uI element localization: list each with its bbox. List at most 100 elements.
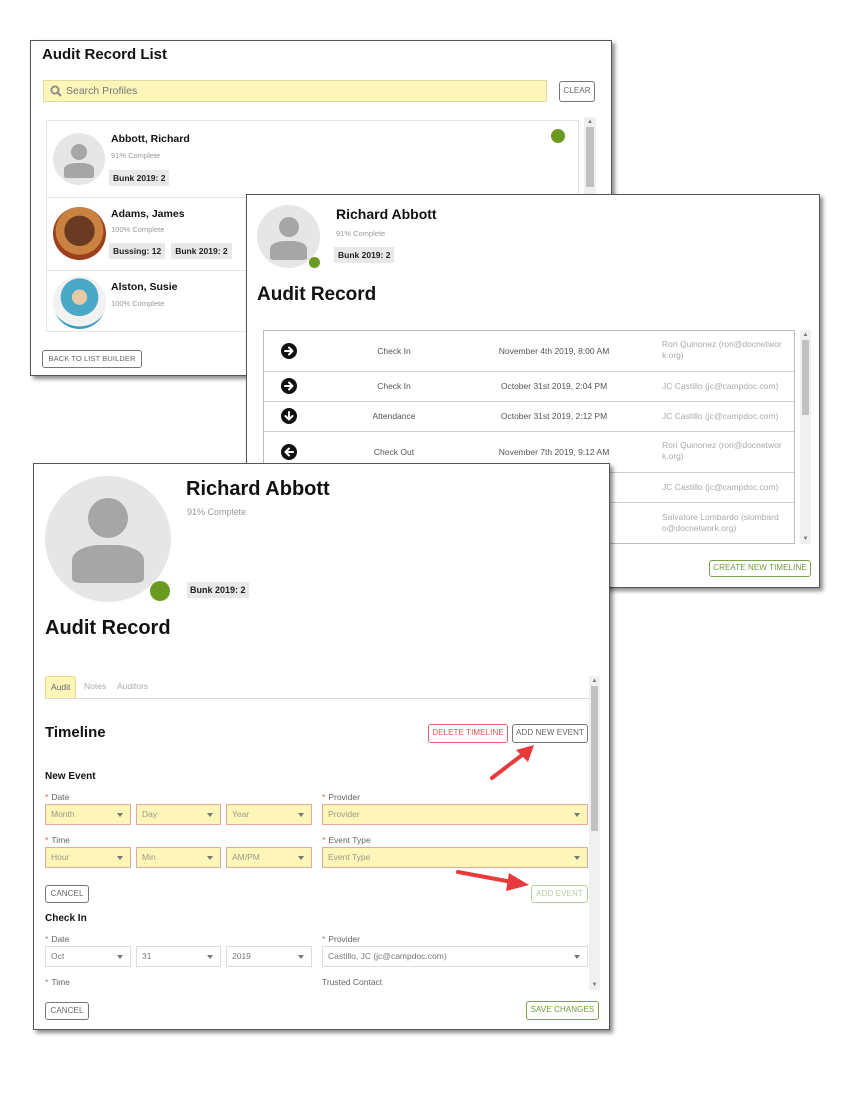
scroll-down-icon[interactable]: ▼ — [589, 980, 600, 990]
form-scrollbar[interactable]: ▲ ▼ — [589, 676, 600, 990]
new-event-heading: New Event — [45, 771, 96, 782]
audit-record-heading: Audit Record — [45, 617, 171, 639]
date-label: * Date — [45, 792, 70, 802]
chevron-down-icon — [298, 955, 304, 959]
profile-row[interactable]: Abbott, Richard 91% Complete Bunk 2019: … — [47, 121, 578, 198]
event-type: Attendance — [372, 411, 416, 421]
tab-bar: Audit Notes Auditors — [45, 676, 589, 699]
bunk-tag: Bunk 2019: 2 — [187, 582, 249, 598]
annotation-arrow-icon — [490, 745, 534, 780]
bussing-tag: Bussing: 12 — [109, 243, 166, 259]
arrow-left-circle-icon — [281, 444, 297, 460]
event-user: Salvatore Lombardo (slombard o@docnetwor… — [662, 512, 779, 533]
event-type-label: * Event Type — [322, 835, 371, 845]
chevron-down-icon — [207, 813, 213, 817]
event-datetime: November 4th 2019, 8:00 AM — [498, 346, 610, 356]
chevron-down-icon — [207, 856, 213, 860]
ampm-select[interactable]: AM/PM — [226, 847, 312, 868]
check-in-provider-label: * Provider — [322, 934, 360, 944]
timeline-heading: Timeline — [45, 724, 106, 741]
profile-name: Alston, Susie — [111, 281, 178, 293]
events-scrollbar[interactable]: ▲ ▼ — [800, 330, 811, 544]
chevron-down-icon — [574, 955, 580, 959]
scroll-up-icon[interactable]: ▲ — [589, 676, 600, 686]
check-in-provider-select[interactable]: Castillo, JC (jc@campdoc.com) — [322, 946, 588, 967]
provider-label: * Provider — [322, 792, 360, 802]
event-type: Check In — [377, 346, 411, 356]
status-indicator — [309, 257, 320, 268]
event-type: Check Out — [373, 447, 415, 457]
delete-timeline-button[interactable]: DELETE TIMELINE — [428, 724, 508, 743]
event-datetime: October 31st 2019, 2:04 PM — [500, 381, 608, 391]
event-datetime: October 31st 2019, 2:12 PM — [500, 411, 608, 421]
arrow-right-circle-icon — [281, 378, 297, 394]
minute-select[interactable]: Min — [136, 847, 221, 868]
search-input[interactable] — [66, 81, 536, 101]
scroll-up-icon[interactable]: ▲ — [800, 330, 811, 340]
chevron-down-icon — [298, 856, 304, 860]
status-indicator — [551, 129, 565, 143]
bunk-tag: Bunk 2019: 2 — [171, 243, 232, 259]
tab-notes[interactable]: Notes — [84, 676, 106, 697]
add-event-button[interactable]: ADD EVENT — [531, 885, 588, 903]
clear-button[interactable]: CLEAR — [559, 81, 595, 102]
check-in-day-select[interactable]: 31 — [136, 946, 221, 967]
back-to-list-builder-button[interactable]: BACK TO LIST BUILDER — [42, 350, 142, 368]
chevron-down-icon — [298, 813, 304, 817]
cancel-check-in-button[interactable]: CANCEL — [45, 1002, 89, 1020]
avatar-photo — [53, 276, 106, 329]
add-new-event-button[interactable]: ADD NEW EVENT — [512, 724, 588, 743]
profile-completion: 91% Complete — [336, 229, 386, 238]
audit-record-heading: Audit Record — [257, 284, 377, 305]
search-icon — [50, 85, 62, 97]
check-in-month-select[interactable]: Oct — [45, 946, 131, 967]
profile-completion: 91% Complete — [187, 507, 247, 517]
event-type-select[interactable]: Event Type — [322, 847, 588, 868]
chevron-down-icon — [117, 813, 123, 817]
profile-name: Richard Abbott — [336, 206, 437, 222]
day-select[interactable]: Day — [136, 804, 221, 825]
event-user: JC Castillo (jc@campdoc.com) — [662, 381, 779, 391]
check-in-heading: Check In — [45, 913, 87, 924]
bunk-tag: Bunk 2019: 2 — [109, 170, 170, 186]
avatar-placeholder — [53, 133, 105, 185]
chevron-down-icon — [207, 955, 213, 959]
avatar-photo — [53, 207, 106, 260]
chevron-down-icon — [574, 813, 580, 817]
check-in-date-label: * Date — [45, 934, 70, 944]
tab-audit[interactable]: Audit — [45, 676, 77, 698]
arrow-down-circle-icon — [281, 408, 297, 424]
cancel-new-event-button[interactable]: CANCEL — [45, 885, 89, 903]
event-row[interactable]: Check In November 4th 2019, 8:00 AM Rori… — [264, 331, 794, 372]
check-in-year-select[interactable]: 2019 — [226, 946, 312, 967]
event-user: Rori Quinonez (rori@docnetwor k.org) — [662, 440, 782, 461]
year-select[interactable]: Year — [226, 804, 312, 825]
tab-auditors[interactable]: Auditors — [117, 676, 148, 697]
event-datetime: November 7th 2019, 9:12 AM — [498, 447, 610, 457]
chevron-down-icon — [117, 955, 123, 959]
event-user: JC Castillo (jc@campdoc.com) — [662, 411, 779, 421]
time-label: * Time — [45, 835, 70, 845]
month-select[interactable]: Month — [45, 804, 131, 825]
profile-completion: 91% Complete — [111, 151, 161, 160]
chevron-down-icon — [574, 856, 580, 860]
status-indicator — [150, 581, 170, 601]
check-in-time-label: * Time — [45, 977, 70, 987]
chevron-down-icon — [117, 856, 123, 860]
profile-name: Richard Abbott — [186, 478, 330, 500]
profile-completion: 100% Complete — [111, 225, 165, 234]
hour-select[interactable]: Hour — [45, 847, 131, 868]
event-row[interactable]: Check In October 31st 2019, 2:04 PM JC C… — [264, 372, 794, 402]
profile-completion: 100% Complete — [111, 299, 165, 308]
create-new-timeline-button[interactable]: CREATE NEW TIMELINE — [709, 560, 811, 577]
annotation-arrow-icon — [456, 870, 529, 891]
provider-select[interactable]: Provider — [322, 804, 588, 825]
audit-record-detail-window: Richard Abbott 91% Complete Bunk 2019: 2… — [33, 463, 610, 1030]
scroll-down-icon[interactable]: ▼ — [800, 534, 811, 544]
arrow-right-circle-icon — [281, 343, 297, 359]
scroll-up-icon[interactable]: ▲ — [584, 117, 596, 127]
event-row[interactable]: Attendance October 31st 2019, 2:12 PM JC… — [264, 402, 794, 432]
save-changes-button[interactable]: SAVE CHANGES — [526, 1001, 599, 1020]
trusted-contact-label: Trusted Contact — [322, 977, 383, 987]
search-profiles-field[interactable] — [43, 80, 547, 102]
